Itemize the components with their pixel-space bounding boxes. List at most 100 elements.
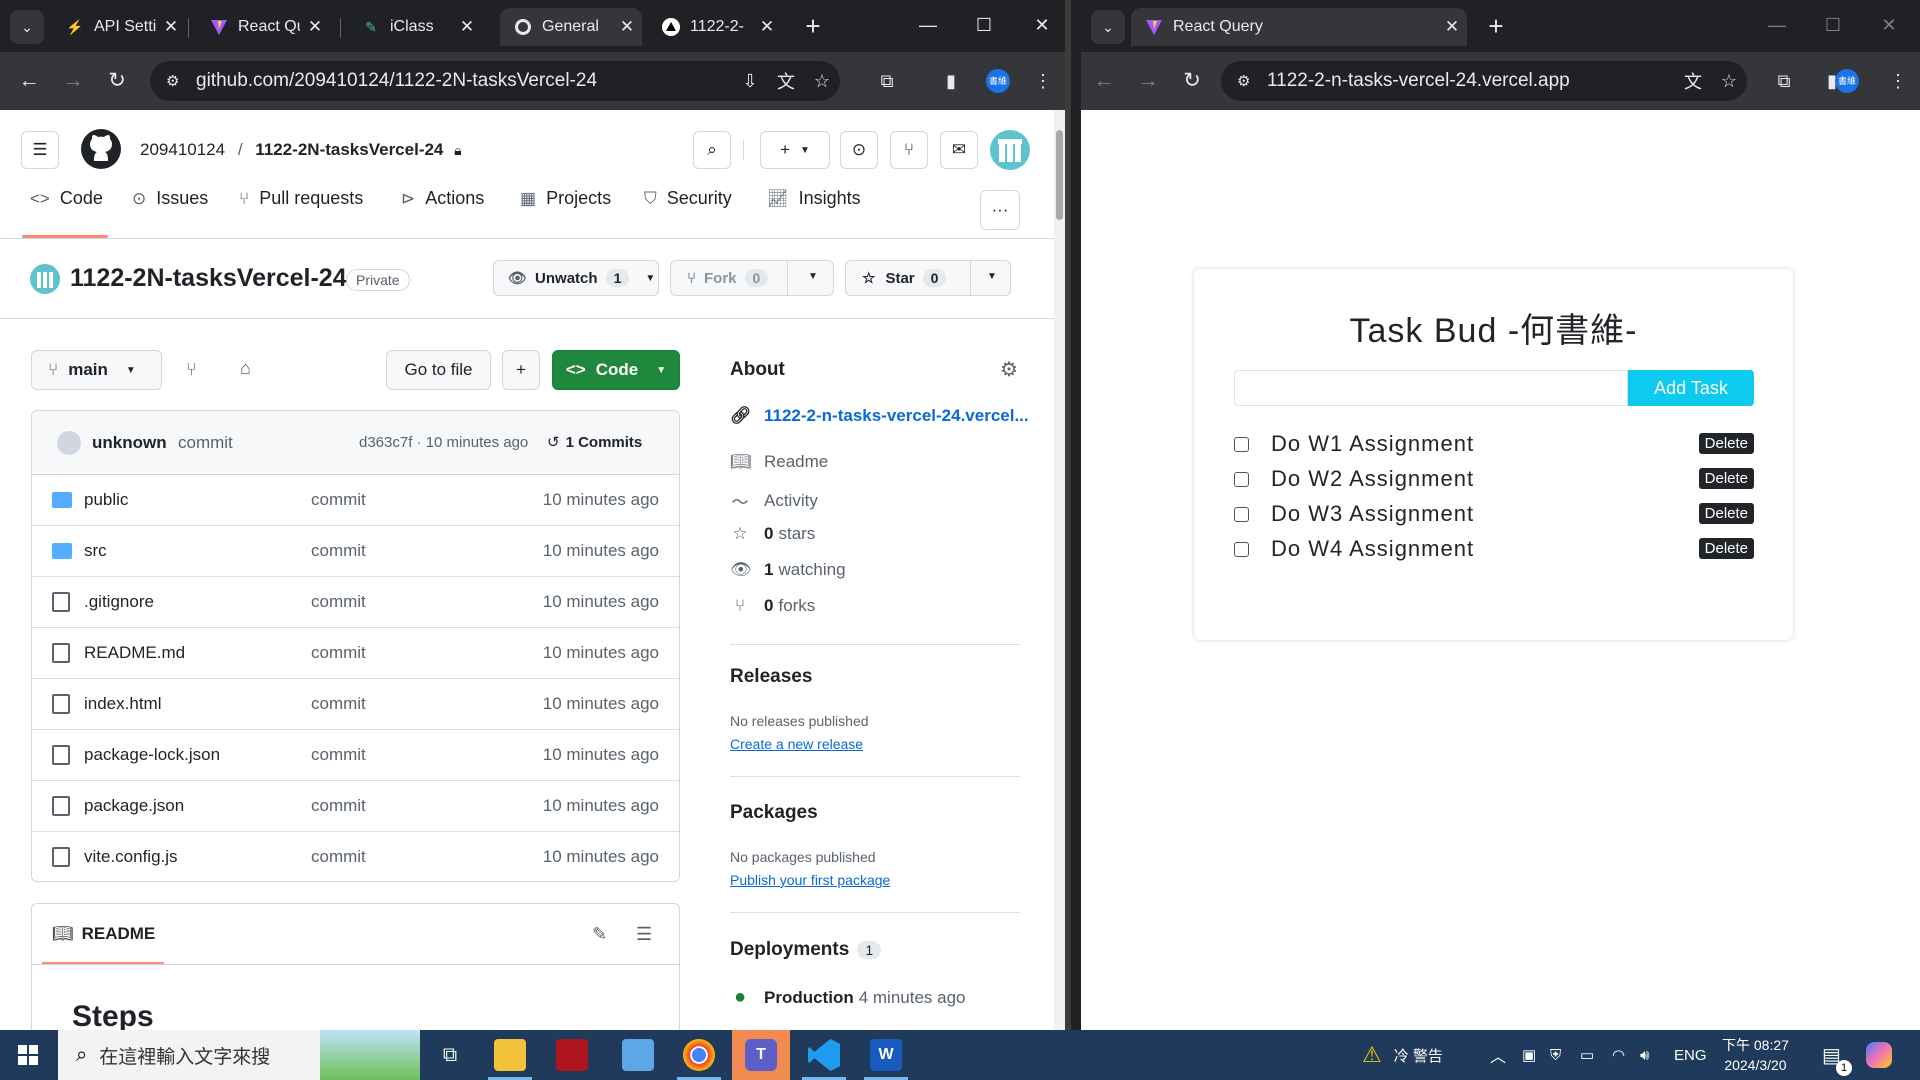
task-checkbox[interactable] — [1234, 507, 1249, 522]
commit-author[interactable]: unknown — [92, 433, 167, 453]
tab-actions[interactable]: ⊳ Actions — [401, 188, 484, 209]
minimize-button[interactable]: — — [908, 8, 948, 42]
close-icon[interactable]: ✕ — [156, 17, 186, 37]
file-commit-message[interactable]: commit — [311, 745, 366, 765]
profile-avatar[interactable]: 書維 — [986, 69, 1010, 93]
file-row[interactable]: vite.config.js commit 10 minutes ago — [32, 832, 679, 881]
file-commit-message[interactable]: commit — [311, 694, 366, 714]
app-laptop-icon[interactable] — [622, 1039, 654, 1071]
breadcrumb-repo[interactable]: 1122-2N-tasksVercel-24 — [255, 140, 443, 159]
meet-now-icon[interactable]: ▣ — [1522, 1030, 1536, 1080]
translate-icon[interactable]: 文 — [768, 68, 804, 94]
file-name[interactable]: public — [84, 490, 128, 510]
fork-button[interactable]: ⑂ Fork 0 ▼ — [670, 260, 834, 296]
list-unordered-icon[interactable]: ☰ — [636, 924, 652, 945]
maximize-button[interactable]: ☐ — [964, 8, 1004, 42]
file-name[interactable]: index.html — [84, 694, 161, 714]
file-commit-message[interactable]: commit — [311, 643, 366, 663]
file-row[interactable]: src commit 10 minutes ago — [32, 526, 679, 577]
new-tab-button[interactable]: + — [1479, 10, 1513, 44]
profile-avatar[interactable]: 書維 — [1835, 69, 1859, 93]
inbox-button[interactable]: ✉ — [940, 131, 978, 169]
tab-github-general[interactable]: General ✕ — [500, 8, 642, 46]
tab-react-query[interactable]: React Qu ✕ — [196, 8, 330, 46]
forward-button[interactable]: → — [56, 64, 90, 98]
file-row[interactable]: README.md commit 10 minutes ago — [32, 628, 679, 679]
file-name[interactable]: package-lock.json — [84, 745, 220, 765]
new-tab-button[interactable]: + — [796, 10, 830, 44]
add-file-button[interactable]: + — [502, 350, 540, 390]
create-new-button[interactable]: + ▼ — [760, 131, 830, 169]
site-info-icon[interactable]: ⚙ — [1237, 72, 1257, 90]
delete-button[interactable]: Delete — [1698, 503, 1754, 524]
star-button[interactable]: ☆ Star 0 ▼ — [845, 260, 1011, 296]
tab-projects[interactable]: ▦ Projects — [520, 188, 611, 209]
commit-message[interactable]: commit — [178, 433, 233, 453]
maximize-button[interactable]: ☐ — [1813, 8, 1853, 42]
app-red-icon[interactable] — [556, 1039, 588, 1071]
security-icon[interactable]: ⛨ — [1550, 1030, 1561, 1080]
tab-react-query[interactable]: React Query ✕ — [1131, 8, 1467, 46]
task-checkbox[interactable] — [1234, 437, 1249, 452]
task-view-icon[interactable]: ⧉ — [430, 1030, 470, 1080]
menu-kebab-icon[interactable]: ⋮ — [1026, 64, 1060, 98]
search-button[interactable]: ⌕ — [693, 131, 731, 169]
issues-button[interactable]: ⊙ — [840, 131, 878, 169]
delete-button[interactable]: Delete — [1698, 538, 1754, 559]
close-window-button[interactable]: ✕ — [1022, 8, 1062, 42]
activity-link[interactable]: 〜 Activity — [730, 488, 818, 513]
forward-button[interactable]: → — [1131, 64, 1165, 98]
tab-issues[interactable]: ⊙ Issues — [132, 188, 208, 209]
extensions-icon[interactable]: ⧉ — [870, 64, 904, 98]
close-icon[interactable]: ✕ — [300, 17, 330, 37]
file-explorer-icon[interactable] — [494, 1039, 526, 1071]
file-row[interactable]: .gitignore commit 10 minutes ago — [32, 577, 679, 628]
file-name[interactable]: src — [84, 541, 107, 561]
tab-insights[interactable]: 📈︎ Insights — [767, 188, 861, 209]
avatar[interactable] — [990, 130, 1030, 170]
file-row[interactable]: index.html commit 10 minutes ago — [32, 679, 679, 730]
website-link[interactable]: 🔗︎ 1122-2-n-tasks-vercel-24.vercel... — [730, 406, 1029, 426]
file-name[interactable]: README.md — [84, 643, 185, 663]
pencil-icon[interactable]: ✎ — [592, 924, 607, 945]
back-button[interactable]: ← — [1087, 64, 1121, 98]
bookmark-star-icon[interactable]: ☆ — [1711, 71, 1747, 92]
close-window-button[interactable]: ✕ — [1869, 8, 1909, 42]
create-release-link[interactable]: Create a new release — [730, 736, 863, 752]
tab-code[interactable]: <> Code — [30, 188, 103, 209]
copilot-icon[interactable] — [1866, 1030, 1892, 1080]
readme-tab[interactable]: 📖︎ README — [52, 924, 155, 944]
reload-button[interactable]: ↻ — [100, 64, 134, 98]
menu-kebab-icon[interactable]: ⋮ — [1881, 64, 1915, 98]
pull-requests-button[interactable]: ⑂ — [890, 131, 928, 169]
scrollbar[interactable] — [1054, 110, 1065, 1030]
branches-icon[interactable]: ⑂ — [186, 359, 197, 380]
file-name[interactable]: package.json — [84, 796, 184, 816]
vscode-icon[interactable] — [808, 1039, 840, 1071]
file-name[interactable]: vite.config.js — [84, 847, 178, 867]
file-commit-message[interactable]: commit — [311, 592, 366, 612]
address-bar[interactable]: ⚙ 1122-2-n-tasks-vercel-24.vercel.app 文 … — [1221, 61, 1747, 101]
chevron-up-icon[interactable]: ︿ — [1490, 1030, 1506, 1080]
task-checkbox[interactable] — [1234, 542, 1249, 557]
forks-link[interactable]: ⑂ 0 forks — [730, 596, 815, 616]
side-panel-icon[interactable]: ▮ — [934, 64, 968, 98]
task-checkbox[interactable] — [1234, 472, 1249, 487]
volume-icon[interactable]: 🔊︎ — [1640, 1030, 1649, 1080]
publish-package-link[interactable]: Publish your first package — [730, 872, 890, 888]
back-button[interactable]: ← — [12, 64, 46, 98]
close-icon[interactable]: ✕ — [1437, 17, 1467, 37]
url-text[interactable]: github.com/209410124/1122-2N-tasksVercel… — [196, 70, 732, 92]
clock[interactable]: 下午 08:27 2024/3/20 — [1722, 1030, 1789, 1080]
file-row[interactable]: package.json commit 10 minutes ago — [32, 781, 679, 832]
breadcrumb-owner[interactable]: 209410124 — [140, 140, 225, 159]
commit-meta[interactable]: d363c7f · 10 minutes ago — [359, 434, 528, 451]
close-icon[interactable]: ✕ — [752, 17, 782, 37]
deployment-production[interactable]: ● Production 4 minutes ago — [730, 986, 966, 1009]
releases-heading[interactable]: Releases — [730, 666, 812, 688]
tab-vercel[interactable]: 1122-2- ✕ — [648, 8, 782, 46]
delete-button[interactable]: Delete — [1698, 433, 1754, 454]
packages-heading[interactable]: Packages — [730, 802, 818, 824]
close-icon[interactable]: ✕ — [612, 17, 642, 37]
weather-widget[interactable]: ⚠ 冷 警告 — [1362, 1030, 1443, 1080]
